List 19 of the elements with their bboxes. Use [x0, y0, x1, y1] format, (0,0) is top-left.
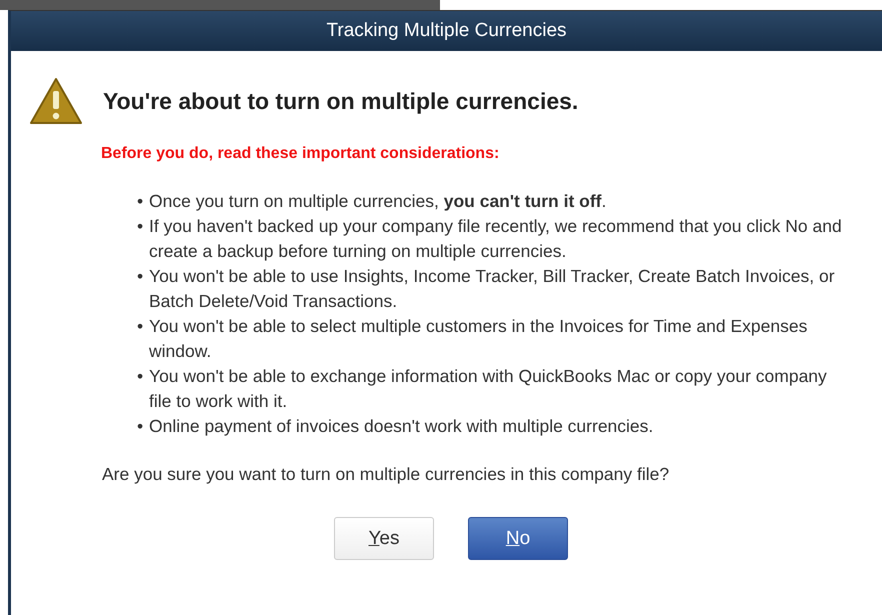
no-button[interactable]: No [468, 517, 568, 560]
consideration-text: You won't be able to use Insights, Income Tracker, Bill Tracker, Create Batch Invoices, or Batch Delete/Void Transactions. [149, 265, 836, 313]
consideration-text: Once you turn on multiple currencies, you can't turn it off. [149, 190, 606, 213]
consideration-text: Online payment of invoices doesn't work with multiple currencies. [149, 415, 654, 438]
bullet: • [137, 315, 144, 338]
consideration-text: You won't be able to select multiple customers in the Invoices for Time and Expenses window. [149, 315, 808, 363]
warning-icon [29, 77, 83, 125]
consideration-text: If you haven't backed up your company file recently, we recommend that you click No and create a backup before turning on multiple currencies. [149, 215, 843, 263]
consideration-text: You won't be able to exchange information with QuickBooks Mac or copy your company file to work with it. [149, 365, 828, 413]
dialog-heading: You're about to turn on multiple currencies. [103, 88, 578, 114]
yes-button[interactable]: Yes [334, 517, 434, 560]
confirmation-question: Are you sure you want to turn on multiple currencies in this company file? [102, 464, 670, 485]
warning-text: Before you do, read these important considerations: [101, 145, 500, 163]
bullet: • [137, 215, 144, 238]
bullet: • [137, 190, 144, 213]
window-title: Tracking Multiple Currencies [11, 11, 882, 51]
bullet: • [137, 365, 144, 388]
bullet: • [137, 415, 144, 438]
bullet: • [137, 265, 144, 288]
